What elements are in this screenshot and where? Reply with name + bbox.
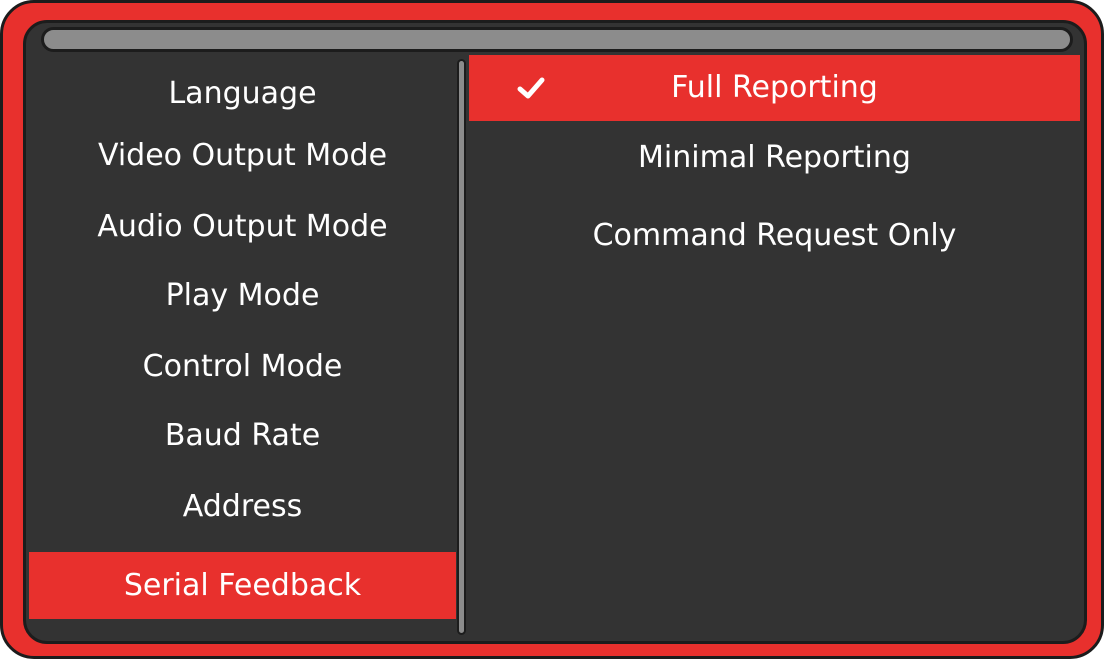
check-icon — [517, 77, 545, 99]
menu-item-label: Serial Feedback — [123, 567, 362, 603]
option-label: Full Reporting — [671, 70, 878, 105]
menu-item-video-output-mode[interactable]: Video Output Mode — [29, 125, 456, 187]
option-label: Minimal Reporting — [638, 140, 911, 175]
menu-item-language[interactable]: Language — [29, 63, 456, 125]
title-bar — [41, 27, 1073, 52]
menu-item-label: Audio Output Mode — [97, 209, 388, 244]
menu-item-audio-output-mode[interactable]: Audio Output Mode — [29, 196, 456, 258]
menu-item-label: Play Mode — [165, 278, 320, 313]
menu-item-baud-rate[interactable]: Baud Rate — [29, 405, 456, 467]
menu-item-label: Video Output Mode — [97, 138, 388, 173]
menu-item-label: Baud Rate — [164, 418, 321, 453]
device-frame: Language Video Output Mode Audio Output … — [0, 0, 1104, 659]
menu-item-label: Language — [168, 76, 317, 111]
panel-divider-scrollbar[interactable] — [457, 59, 466, 635]
menu-screen: Language Video Output Mode Audio Output … — [23, 20, 1087, 644]
option-label: Command Request Only — [592, 218, 957, 253]
menu-item-label: Address — [182, 489, 303, 524]
menu-item-control-mode[interactable]: Control Mode — [29, 336, 456, 398]
menu-item-play-mode[interactable]: Play Mode — [29, 265, 456, 327]
menu-item-serial-feedback[interactable]: Serial Feedback — [29, 552, 456, 619]
menu-item-address[interactable]: Address — [29, 476, 456, 538]
option-minimal-reporting[interactable]: Minimal Reporting — [469, 127, 1080, 189]
option-command-request-only[interactable]: Command Request Only — [469, 205, 1080, 267]
menu-item-label: Control Mode — [142, 349, 343, 384]
option-full-reporting[interactable]: Full Reporting — [469, 55, 1080, 121]
